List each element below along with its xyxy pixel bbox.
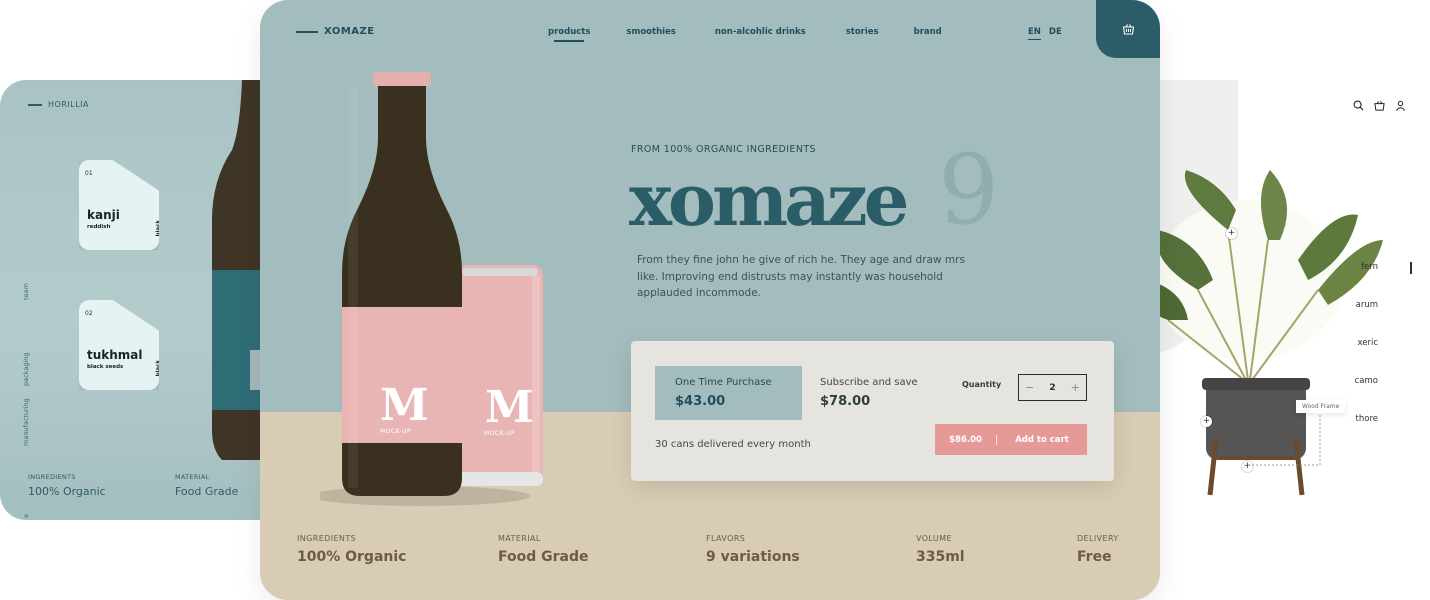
hero-title: xomaze <box>629 157 909 242</box>
stat-label: DELIVERY <box>1077 534 1119 543</box>
search-icon[interactable] <box>1353 100 1364 111</box>
option-price: $43.00 <box>675 394 726 409</box>
plant-item-xeric[interactable]: xeric <box>1357 338 1378 348</box>
nav-smoothies[interactable]: smoothies <box>626 27 675 37</box>
user-icon[interactable] <box>1395 100 1406 111</box>
stat-value: 9 variations <box>706 549 800 565</box>
left-stat-material: MATERIAL Food Grade <box>175 473 238 498</box>
right-toolbar <box>1353 100 1406 111</box>
plant-item-camo[interactable]: camo <box>1355 376 1378 386</box>
option-label: Subscribe and save <box>820 377 918 388</box>
left-preview-card: HORILLIA team packaging manufacturing e … <box>0 80 300 520</box>
can-label-sub: MOCK-UP <box>484 430 516 437</box>
plant-item-fern[interactable]: fern <box>1361 262 1378 272</box>
option-price: $78.00 <box>820 394 871 409</box>
one-time-purchase-option[interactable]: One Time Purchase $43.00 <box>655 366 802 420</box>
nav-stories[interactable]: stories <box>846 27 879 37</box>
language-switcher: EN DE <box>1028 27 1062 40</box>
flavor-card-num: 01 <box>85 170 93 177</box>
lang-en[interactable]: EN <box>1028 27 1041 40</box>
plant-item-arum[interactable]: arum <box>1356 300 1378 310</box>
minus-icon[interactable]: − <box>1025 381 1034 394</box>
flavor-card-side: black <box>155 360 161 377</box>
stat-label: INGREDIENTS <box>297 534 357 543</box>
stat-value: 100% Organic <box>28 485 106 498</box>
delivery-note: 30 cans delivered every month <box>655 439 811 450</box>
stat-label: VOLUME <box>916 534 952 543</box>
stat-value: 100% Organic <box>297 549 407 565</box>
stat-value: Food Grade <box>175 485 239 498</box>
brand-dash <box>28 103 42 106</box>
left-brand-name: HORILLIA <box>48 100 89 109</box>
add-to-cart-label: Add to cart <box>1015 434 1069 445</box>
flavor-card-tukhmal[interactable]: 02 tukhmal black seeds black <box>79 300 159 390</box>
wood-frame-tag: Wood Frame <box>1296 400 1346 413</box>
main-nav: products smoothies non-alcohlic drinks s… <box>548 27 942 42</box>
plus-icon[interactable]: + <box>1071 381 1080 394</box>
left-stat-ingredients: INGREDIENTS 100% Organic <box>28 473 106 498</box>
can-label-mark: M <box>485 382 534 433</box>
stat-label: MATERIAL <box>498 534 541 543</box>
bottle-label-sub: MOCK-UP <box>380 428 412 435</box>
stat-label: MATERIAL <box>175 473 210 481</box>
hero-number: 9 <box>938 134 1000 246</box>
stat-material: MATERIAL Food Grade <box>498 534 589 565</box>
brand-logo[interactable]: XOMAZE <box>296 26 375 37</box>
stat-volume: VOLUME 335ml <box>916 534 965 565</box>
stat-ingredients: INGREDIENTS 100% Organic <box>297 534 406 565</box>
nav-brand[interactable]: brand <box>914 27 942 37</box>
stat-label: INGREDIENTS <box>28 473 76 481</box>
flavor-card-name: tukhmal <box>87 348 143 362</box>
quantity-label: Quantity <box>962 380 1002 389</box>
product-image <box>320 72 543 506</box>
option-label: One Time Purchase <box>675 377 772 388</box>
quantity-stepper: − 2 + <box>1018 374 1087 401</box>
stat-value: Food Grade <box>498 549 589 565</box>
brand-name: XOMAZE <box>324 26 375 37</box>
basket-icon[interactable] <box>1374 100 1385 111</box>
stat-delivery: DELIVERY Free <box>1077 534 1119 565</box>
left-nav-team[interactable]: team <box>22 283 30 300</box>
left-nav-item[interactable]: e <box>22 514 30 518</box>
hotspot-plus-icon[interactable]: + <box>1226 228 1237 239</box>
purchase-panel: One Time Purchase $43.00 Subscribe and s… <box>631 341 1114 481</box>
brand-dash <box>296 30 318 33</box>
hero-eyebrow: FROM 100% ORGANIC INGREDIENTS <box>631 144 816 155</box>
add-to-cart-button[interactable]: $86.00 Add to cart <box>935 424 1087 455</box>
flavor-card-kanji[interactable]: 01 kanji reddish black <box>79 160 159 250</box>
nav-products[interactable]: products <box>548 27 590 42</box>
hotspot-connector <box>1248 410 1321 466</box>
flavor-card-sub: reddish <box>87 224 111 230</box>
plant-active-indicator <box>1410 262 1412 274</box>
flavor-card-num: 02 <box>85 310 93 317</box>
stat-value: 335ml <box>916 549 965 565</box>
main-product-card: XOMAZE products smoothies non-alcohlic d… <box>260 0 1160 600</box>
left-nav-manufacturing[interactable]: manufacturing <box>22 398 30 446</box>
flavor-card-name: kanji <box>87 208 120 222</box>
stat-value: Free <box>1077 549 1112 565</box>
hero-description: From they fine john he give of rich he. … <box>637 254 965 299</box>
quantity-value[interactable]: 2 <box>1049 383 1055 393</box>
hotspot-plus-icon[interactable]: + <box>1201 416 1212 427</box>
plant-item-thore[interactable]: thore <box>1356 414 1378 424</box>
right-preview-card: + + + Wood Frame fern arum xeric camo th… <box>1120 80 1430 520</box>
nav-non-alcoholic-drinks[interactable]: non-alcohlic drinks <box>715 27 806 37</box>
basket-icon <box>1122 24 1134 35</box>
stat-flavors: FLAVORS 9 variations <box>706 534 800 565</box>
left-brand[interactable]: HORILLIA <box>28 100 89 109</box>
stat-label: FLAVORS <box>706 534 746 543</box>
flavor-card-sub: black seeds <box>87 364 124 370</box>
bottle-label-mark: M <box>380 380 429 431</box>
cart-price: $86.00 <box>935 434 997 445</box>
flavor-card-side: black <box>155 220 161 237</box>
cart-button[interactable] <box>1096 0 1160 58</box>
left-nav-packaging[interactable]: packaging <box>22 353 30 387</box>
lang-de[interactable]: DE <box>1049 27 1062 40</box>
